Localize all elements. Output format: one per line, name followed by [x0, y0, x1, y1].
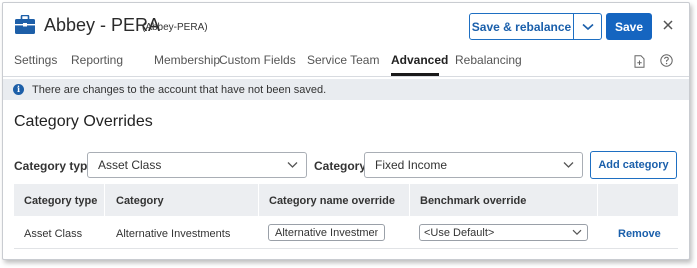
cell-category: Alternative Investments	[116, 228, 231, 240]
category-select[interactable]: Fixed Income	[364, 152, 583, 178]
alert-message: There are changes to the account that ha…	[32, 84, 327, 96]
chevron-down-icon	[572, 229, 582, 236]
tab-membership[interactable]: Membership	[154, 53, 220, 67]
chevron-down-icon	[287, 162, 298, 168]
tab-rebalancing[interactable]: Rebalancing	[455, 53, 522, 67]
benchmark-override-value: <Use Default>	[424, 226, 495, 239]
category-label: Category	[314, 159, 367, 173]
save-rebalance-button[interactable]: Save & rebalance	[470, 14, 573, 39]
chevron-down-icon	[581, 23, 594, 30]
briefcase-icon	[15, 15, 35, 34]
cell-category-type: Asset Class	[24, 228, 83, 240]
close-icon[interactable]	[662, 18, 674, 32]
save-options-dropdown-button[interactable]	[573, 14, 601, 39]
column-header-benchmark-override: Benchmark override	[420, 195, 527, 207]
category-name-override-input[interactable]	[268, 224, 385, 241]
tab-settings[interactable]: Settings	[14, 53, 57, 67]
column-divider	[104, 184, 105, 216]
save-rebalance-split-button: Save & rebalance	[469, 13, 602, 40]
unsaved-changes-alert: i There are changes to the account that …	[3, 79, 689, 100]
table-header: Category type Category Category name ove…	[14, 184, 678, 216]
column-divider	[409, 184, 410, 216]
category-value: Fixed Income	[375, 158, 448, 172]
section-title: Category Overrides	[14, 113, 153, 130]
column-header-category-type: Category type	[24, 195, 98, 207]
save-button[interactable]: Save	[606, 13, 652, 40]
tab-advanced[interactable]: Advanced	[391, 53, 448, 67]
column-header-category-name-override: Category name override	[269, 195, 395, 207]
column-divider	[258, 184, 259, 216]
column-header-category: Category	[116, 195, 164, 207]
account-code: (Abbey-PERA)	[142, 22, 208, 33]
help-icon[interactable]	[660, 54, 673, 67]
category-type-label: Category type	[14, 159, 95, 173]
table-row: Asset Class Alternative Investments <Use…	[14, 216, 678, 249]
document-add-icon[interactable]	[634, 55, 645, 68]
chevron-down-icon	[563, 162, 574, 168]
tab-bar-divider	[3, 76, 689, 77]
benchmark-override-select[interactable]: <Use Default>	[419, 224, 588, 241]
tab-service-team[interactable]: Service Team	[307, 53, 379, 67]
column-divider	[597, 184, 598, 216]
add-category-button[interactable]: Add category	[590, 151, 677, 179]
tab-bar: Settings Reporting Membership Custom Fie…	[3, 53, 689, 77]
tab-custom-fields[interactable]: Custom Fields	[219, 53, 296, 67]
category-type-value: Asset Class	[98, 158, 162, 172]
category-type-select[interactable]: Asset Class	[87, 152, 307, 178]
tab-reporting[interactable]: Reporting	[71, 53, 123, 67]
account-panel: Abbey - PERA (Abbey-PERA) Save & rebalan…	[2, 2, 690, 260]
remove-button[interactable]: Remove	[618, 228, 661, 240]
info-icon: i	[13, 84, 24, 95]
